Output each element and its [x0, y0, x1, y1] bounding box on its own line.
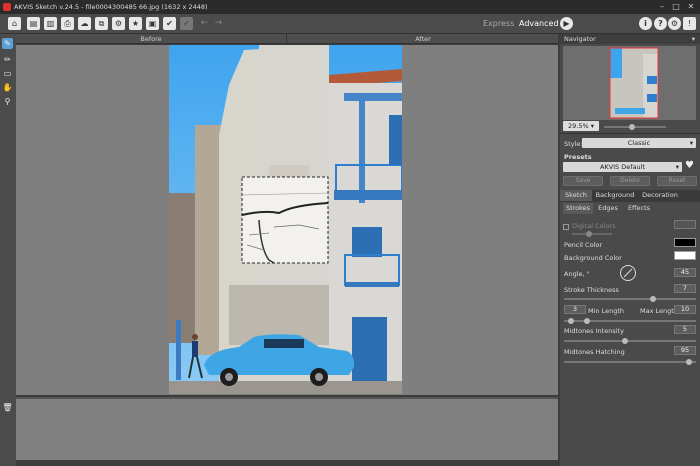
express-mode-button[interactable]: Express — [483, 17, 514, 30]
max-length-value[interactable]: 10 — [674, 305, 696, 314]
info-icon[interactable]: i — [639, 17, 652, 30]
trash-icon[interactable]: 🗑 — [2, 402, 13, 413]
zoom-tool-icon[interactable]: ⚲ — [2, 96, 13, 107]
save-file-icon[interactable]: ▥ — [44, 17, 57, 30]
tab-sketch[interactable]: Sketch — [560, 190, 592, 201]
run-play-icon[interactable]: ▶ — [560, 17, 573, 30]
stroke-thickness-slider[interactable] — [564, 296, 696, 302]
favorite-heart-icon[interactable]: ♥ — [685, 160, 694, 171]
stroke-thickness-label: Stroke Thickness — [564, 286, 619, 294]
midtones-intensity-label: Midtones Intensity — [564, 327, 624, 335]
length-range-slider[interactable] — [564, 318, 696, 324]
collapse-arrow-icon[interactable]: ▾ — [692, 34, 695, 44]
max-length-label: Max Length — [640, 307, 678, 315]
midtones-intensity-slider[interactable] — [564, 338, 696, 344]
presets-label: Presets — [564, 153, 592, 161]
photo-image — [169, 45, 402, 394]
sketch-tool-icon[interactable]: ✎ — [2, 38, 13, 49]
style-value: Classic — [627, 139, 651, 147]
digital-colors-slider — [572, 231, 612, 237]
midtones-intensity-value[interactable]: 5 — [674, 325, 696, 334]
pencil-tool-icon[interactable]: ✏ — [2, 54, 13, 65]
digital-colors-checkbox[interactable] — [563, 224, 569, 230]
zoom-slider[interactable] — [604, 124, 666, 130]
navigator-preview[interactable] — [563, 46, 696, 120]
angle-label: Angle, ° — [564, 270, 590, 278]
print-icon[interactable]: ⎙ — [61, 17, 74, 30]
redo-icon[interactable]: → — [212, 17, 225, 30]
settings-image-icon[interactable]: ⚙ — [112, 17, 125, 30]
pencil-color-label: Pencil Color — [564, 241, 603, 249]
settings-gear-icon[interactable]: ⚙ — [668, 17, 681, 30]
before-tab[interactable]: Before — [16, 34, 287, 44]
cloud-share-icon[interactable]: ☁ — [78, 17, 91, 30]
reset-preset-button[interactable]: Reset — [657, 176, 697, 186]
stroke-thickness-knob[interactable] — [650, 296, 656, 302]
info-image-icon[interactable]: ▣ — [146, 17, 159, 30]
angle-dial[interactable] — [619, 264, 637, 282]
style-select[interactable]: Classic ▾ — [582, 138, 696, 148]
right-settings-panel: Navigator ▾ 29.5% ▾ Style: Classic ▾ Pre… — [560, 34, 700, 466]
angle-value[interactable]: 45 — [674, 268, 696, 277]
close-button[interactable]: ✕ — [685, 1, 697, 13]
batch-icon[interactable]: ⧉ — [95, 17, 108, 30]
style-label: Style: — [564, 140, 583, 148]
disabled-apply-icon: ✔ — [180, 17, 193, 30]
save-preset-button[interactable]: Save — [563, 176, 603, 186]
midtones-hatching-value[interactable]: 95 — [674, 346, 696, 355]
min-length-label: Min Length — [588, 307, 625, 315]
notifications-icon[interactable]: ! — [683, 17, 696, 30]
midtones-hatching-knob[interactable] — [686, 359, 692, 365]
tab-decoration[interactable]: Decoration — [638, 190, 682, 201]
digital-colors-value — [674, 220, 696, 229]
max-length-knob[interactable] — [584, 318, 590, 324]
maximize-button[interactable]: □ — [670, 1, 682, 13]
image-canvas[interactable] — [16, 45, 558, 395]
view-header: Before After — [16, 34, 558, 44]
title-bar: AKVIS Sketch v.24.5 - file0004300485 66.… — [0, 0, 700, 14]
midtones-intensity-knob[interactable] — [622, 338, 628, 344]
presets-value: AKVIS Default — [599, 163, 645, 171]
left-tools-panel: ✎ ✏ ▭ ✋ ⚲ 🗑 — [0, 34, 16, 466]
navigator-title: Navigator — [564, 35, 596, 43]
min-length-knob[interactable] — [568, 318, 574, 324]
digital-colors-label: Digital Colors — [572, 222, 616, 230]
after-tab[interactable]: After — [288, 34, 558, 44]
zoom-select[interactable]: 29.5% ▾ — [563, 121, 599, 131]
delete-preset-button[interactable]: Delete — [610, 176, 650, 186]
undo-icon[interactable]: ← — [198, 17, 211, 30]
presets-select[interactable]: AKVIS Default ▾ — [563, 162, 682, 172]
window-title: AKVIS Sketch v.24.5 - file0004300485 66.… — [14, 3, 208, 11]
hand-tool-icon[interactable]: ✋ — [2, 82, 13, 93]
subtab-effects[interactable]: Effects — [623, 203, 655, 214]
digital-colors-knob — [586, 231, 592, 237]
midtones-hatching-slider[interactable] — [564, 359, 696, 365]
home-icon[interactable]: ⌂ — [8, 17, 21, 30]
zoom-slider-knob[interactable] — [629, 124, 636, 130]
advanced-mode-button[interactable]: Advanced — [519, 17, 559, 30]
eraser-tool-icon[interactable]: ▭ — [2, 68, 13, 79]
background-color-swatch[interactable] — [674, 251, 696, 260]
chevron-down-icon: ▾ — [689, 139, 693, 147]
presets-icon[interactable]: ★ — [129, 17, 142, 30]
background-color-label: Background Color — [564, 254, 622, 262]
chevron-down-icon: ▾ — [675, 163, 679, 171]
minimize-button[interactable]: – — [656, 1, 668, 13]
tab-background[interactable]: Background — [593, 190, 637, 201]
subtab-edges[interactable]: Edges — [594, 203, 622, 214]
zoom-value: 29.5% — [568, 122, 589, 130]
stroke-thickness-value[interactable]: 7 — [674, 284, 696, 293]
midtones-hatching-label: Midtones Hatching — [564, 348, 625, 356]
pencil-color-swatch[interactable] — [674, 238, 696, 247]
open-file-icon[interactable]: ▤ — [27, 17, 40, 30]
apply-icon[interactable]: ✔ — [163, 17, 176, 30]
subtab-strokes[interactable]: Strokes — [563, 203, 593, 214]
toolbar: ⌂ ▤ ▥ ⎙ ☁ ⧉ ⚙ ★ ▣ ✔ ✔ ← → Express Advanc… — [0, 14, 700, 34]
min-length-value[interactable]: 3 — [564, 305, 586, 314]
bottom-panel — [16, 397, 558, 460]
help-icon[interactable]: ? — [654, 17, 667, 30]
app-logo-icon — [3, 3, 11, 11]
